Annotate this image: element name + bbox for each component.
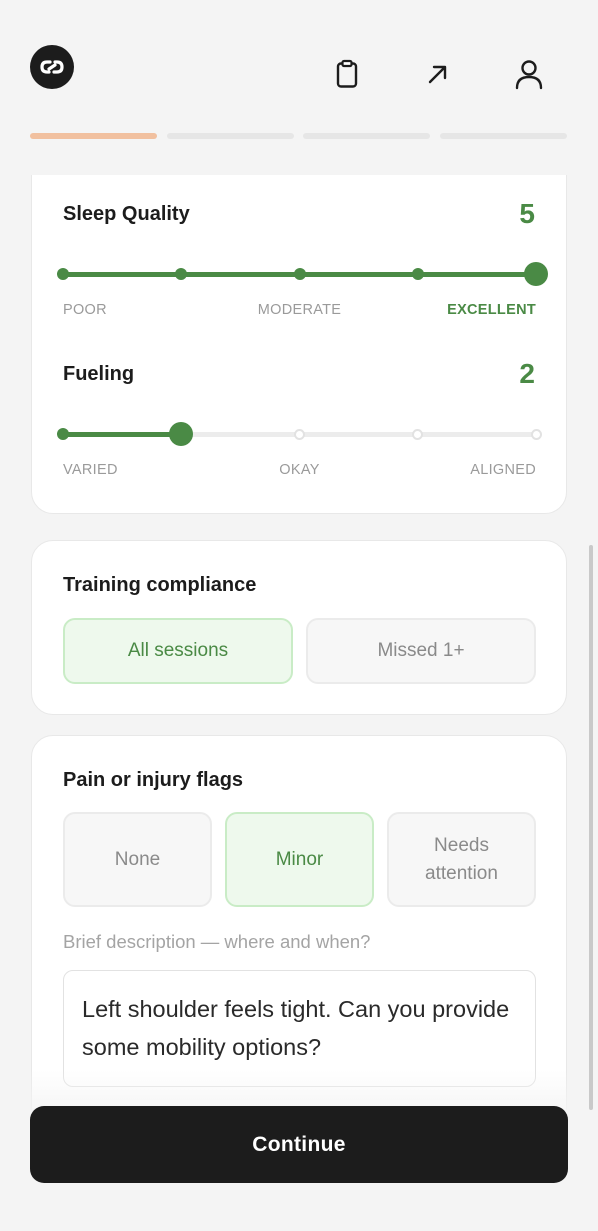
scale-label-high: ALIGNED <box>470 462 536 478</box>
sleep-quality-step-3[interactable] <box>293 268 306 280</box>
profile-icon[interactable] <box>509 54 549 94</box>
fueling-track-fill <box>63 432 182 437</box>
sleep-quality-scale: POOR MODERATE EXCELLENT <box>63 302 536 320</box>
scale-label-mid: MODERATE <box>257 302 342 318</box>
fueling-slider[interactable] <box>57 419 542 449</box>
sleep-quality-value: 5 <box>519 198 535 229</box>
pain-injury-card: Pain or injury flags None Minor Needs at… <box>31 735 567 1110</box>
training-compliance-card: Training compliance All sessions Missed … <box>31 540 567 715</box>
step-progress-bar <box>30 133 567 139</box>
fueling-step-3[interactable] <box>294 429 305 440</box>
option-needs-attention[interactable]: Needs attention <box>387 812 536 907</box>
sleep-quality-step-1[interactable] <box>57 268 69 280</box>
option-minor[interactable]: Minor <box>225 812 374 907</box>
clipboard-icon[interactable] <box>327 54 367 94</box>
fueling-step-4[interactable] <box>412 429 424 440</box>
pain-injury-title: Pain or injury flags <box>63 769 244 791</box>
fueling-scale: VARIED OKAY ALIGNED <box>63 462 536 480</box>
arrow-up-right-icon[interactable] <box>418 54 458 94</box>
fueling-step-5[interactable] <box>530 429 542 440</box>
logo-icon[interactable] <box>30 45 74 89</box>
header <box>0 0 598 175</box>
continue-button[interactable]: Continue <box>30 1106 568 1183</box>
sleep-quality-title: Sleep Quality <box>63 203 190 225</box>
sleep-quality-step-4[interactable] <box>411 268 424 280</box>
scroll-content[interactable]: Sleep Quality 5 POOR MODERATE EXCELLENT … <box>0 175 598 1110</box>
fueling-value: 2 <box>519 358 535 389</box>
scrollbar[interactable] <box>589 545 593 1110</box>
scale-label-high: EXCELLENT <box>447 302 536 318</box>
progress-segment-1 <box>30 133 157 139</box>
description-label: Brief description — where and when? <box>63 931 371 952</box>
option-all-sessions[interactable]: All sessions <box>63 618 293 684</box>
sleep-quality-step-2[interactable] <box>175 268 188 280</box>
progress-segment-2 <box>167 133 294 139</box>
option-none[interactable]: None <box>63 812 212 907</box>
scale-label-low: POOR <box>63 302 107 318</box>
fueling-title: Fueling <box>63 363 135 385</box>
recovery-card: Sleep Quality 5 POOR MODERATE EXCELLENT … <box>31 175 567 514</box>
option-missed-one-plus[interactable]: Missed 1+ <box>306 618 536 684</box>
progress-segment-3 <box>303 133 430 139</box>
progress-segment-4 <box>440 133 567 139</box>
scale-label-low: VARIED <box>63 462 118 478</box>
scale-label-mid: OKAY <box>279 462 320 478</box>
training-compliance-title: Training compliance <box>63 574 257 596</box>
sleep-quality-slider[interactable] <box>57 259 548 289</box>
fueling-thumb[interactable] <box>169 422 194 446</box>
fueling-step-1[interactable] <box>57 428 69 440</box>
sleep-quality-thumb[interactable] <box>524 262 548 286</box>
